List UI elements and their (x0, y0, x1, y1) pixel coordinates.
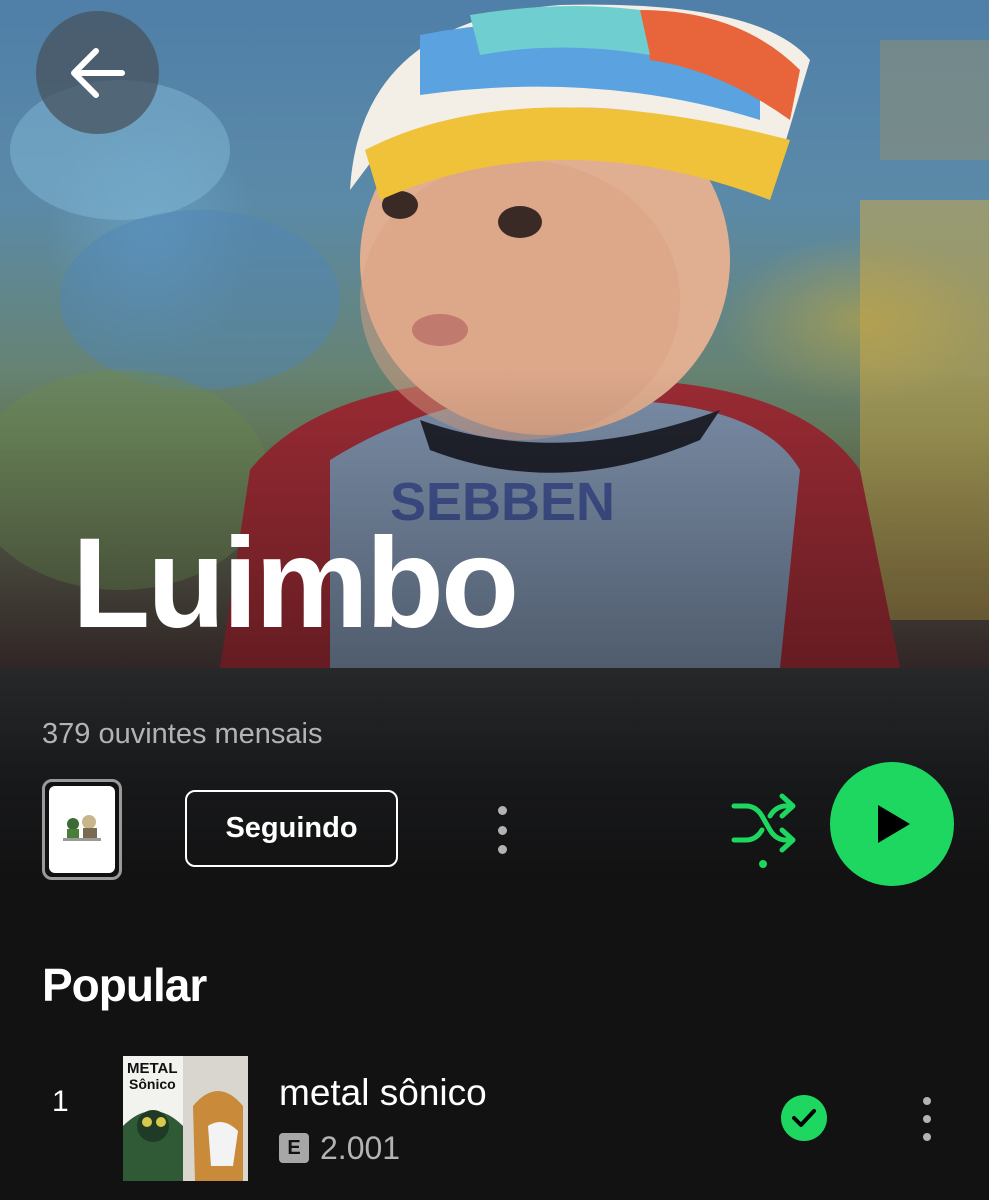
play-icon (878, 805, 910, 843)
track-row[interactable]: 1 METAL Sônico metal sônico E 2.001 (0, 1053, 989, 1183)
track-title: metal sônico (279, 1072, 487, 1113)
artist-thumbnail[interactable] (42, 779, 122, 880)
following-button[interactable]: Seguindo (185, 790, 398, 867)
more-dot (923, 1133, 931, 1141)
more-dot (497, 845, 507, 854)
more-dot (497, 806, 507, 815)
monthly-listeners: 379 ouvintes mensais (42, 718, 323, 750)
saved-check-icon[interactable] (781, 1095, 827, 1141)
artist-info-section: 379 ouvintes mensais Seguindo Popular 1 … (0, 668, 989, 1200)
arrow-left-icon (70, 47, 125, 98)
track-index: 1 (52, 1085, 69, 1118)
track-more-button[interactable] (912, 1091, 942, 1147)
thumbnail-art (63, 815, 101, 841)
more-dot (497, 825, 507, 835)
artist-header-image: SEBBEN Luimbo (0, 0, 989, 668)
play-button[interactable] (830, 762, 954, 886)
track-cover-art: METAL Sônico (123, 1056, 248, 1181)
back-button[interactable] (36, 11, 159, 134)
cover-subtitle-text: Sônico (129, 1076, 176, 1092)
popular-heading: Popular (42, 959, 207, 1011)
cover-title-text: METAL (127, 1060, 178, 1077)
track-play-count: 2.001 (320, 1130, 401, 1166)
cover-art-image: METAL Sônico (123, 1056, 248, 1181)
artist-name: Luimbo (72, 512, 519, 655)
shuffle-icon (731, 793, 796, 868)
more-options-button[interactable] (480, 798, 524, 862)
check-icon (792, 1109, 816, 1127)
more-dot (923, 1115, 931, 1123)
more-dot (923, 1097, 931, 1105)
shuffle-button[interactable] (728, 792, 798, 870)
explicit-badge: E (279, 1133, 309, 1163)
thumbnail-image (49, 786, 115, 873)
